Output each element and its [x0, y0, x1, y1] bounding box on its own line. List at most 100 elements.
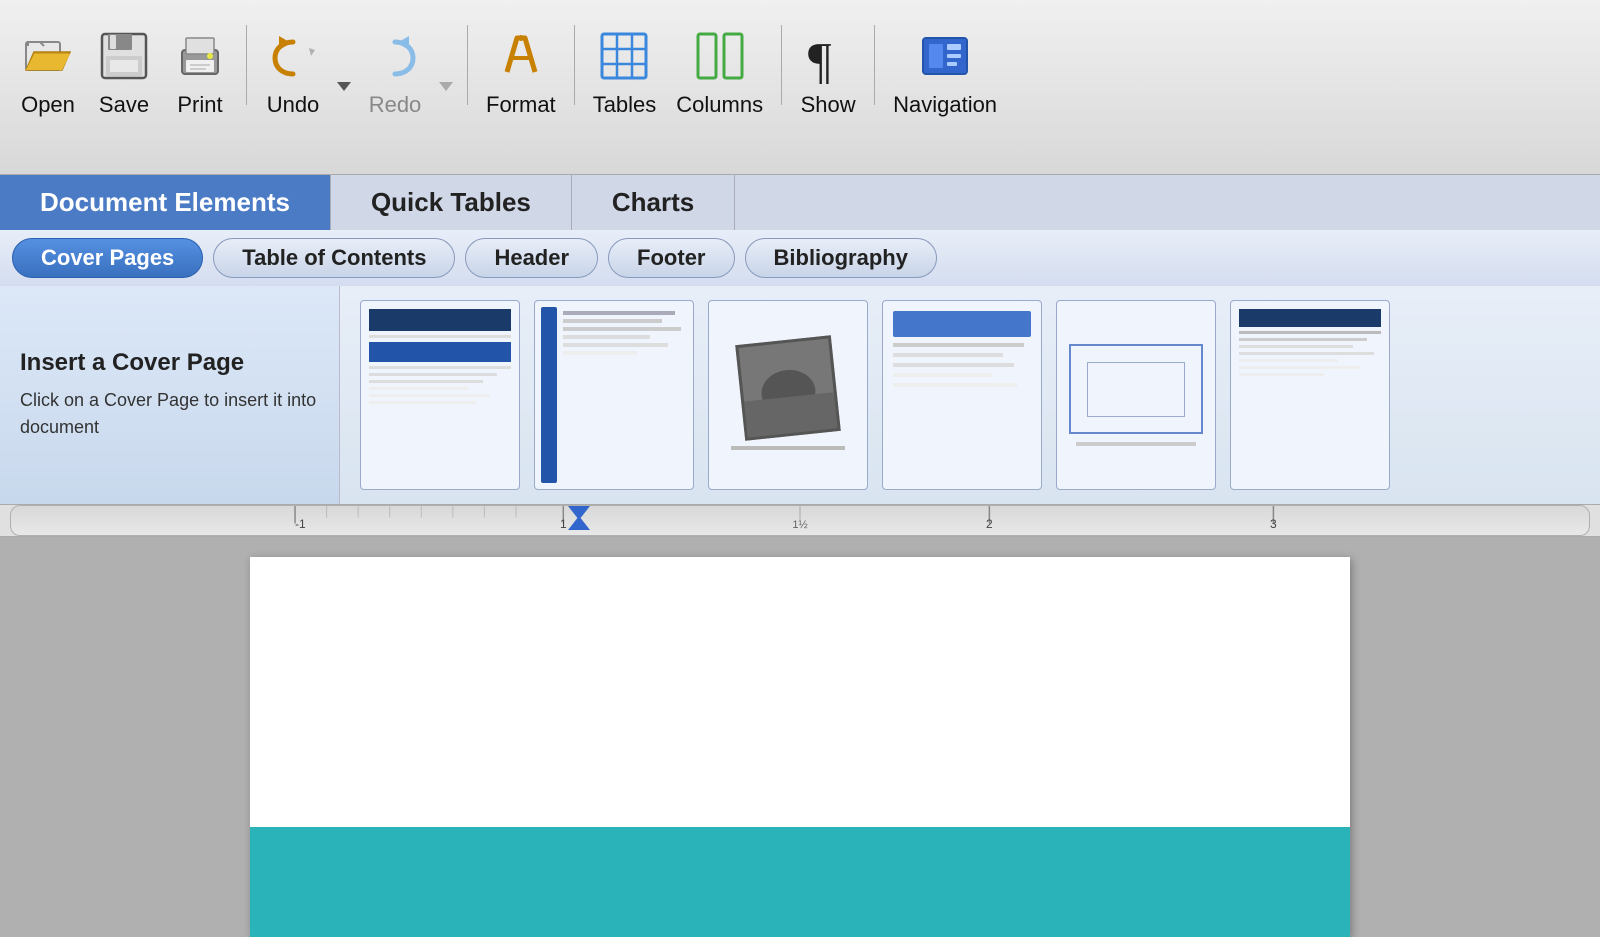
undo-button[interactable]: Undo — [255, 22, 331, 120]
thumb2-text — [563, 307, 687, 483]
svg-text:3: 3 — [1270, 517, 1277, 531]
thumb1-line7 — [369, 401, 476, 404]
templates-row — [340, 286, 1600, 504]
thumb1-content — [361, 301, 519, 489]
open-button[interactable]: Open — [10, 22, 86, 120]
redo-button[interactable]: Redo — [357, 22, 433, 120]
thumb4-l4 — [893, 373, 992, 377]
sep1 — [246, 25, 247, 105]
ruler-track[interactable]: -1 1 1½ 2 3 — [10, 505, 1590, 536]
tables-icon — [596, 24, 652, 88]
redo-icon — [367, 24, 423, 88]
sep3 — [574, 25, 575, 105]
thumb2-l4 — [563, 335, 650, 339]
subtab-cover-pages[interactable]: Cover Pages — [12, 238, 203, 278]
thumb6-l6 — [1239, 366, 1360, 369]
tables-label: Tables — [593, 92, 657, 118]
thumb6-l4 — [1239, 352, 1374, 355]
sep4 — [781, 25, 782, 105]
redo-dropdown[interactable] — [433, 52, 459, 120]
toolbar-icon-row: Open Save — [0, 4, 1600, 124]
thumb3-photo — [735, 335, 841, 441]
thumb6-l5 — [1239, 359, 1338, 362]
thumb2-l6 — [563, 351, 637, 355]
undo-icon — [265, 24, 321, 88]
show-button[interactable]: ¶ Show — [790, 22, 866, 120]
tab-document-elements[interactable]: Document Elements — [0, 175, 331, 230]
tab-handle[interactable] — [568, 506, 590, 530]
undo-label: Undo — [267, 92, 320, 118]
thumb2-l1 — [563, 311, 675, 315]
tables-button[interactable]: Tables — [583, 22, 667, 120]
navigation-label: Navigation — [893, 92, 997, 118]
columns-label: Columns — [676, 92, 763, 118]
template-2[interactable] — [534, 300, 694, 490]
thumb1-line2 — [369, 366, 511, 369]
ruler-container: -1 1 1½ 2 3 — [0, 505, 1600, 537]
template-1[interactable] — [360, 300, 520, 490]
redo-dropdown-arrow — [437, 54, 455, 118]
thumb6-content — [1231, 301, 1389, 489]
thumb4-l5 — [893, 383, 1017, 387]
navigation-icon — [917, 24, 973, 88]
thumb3-content — [709, 301, 867, 489]
thumb3-body — [744, 392, 837, 437]
sep5 — [874, 25, 875, 105]
thumb1-top-bar — [369, 309, 511, 331]
open-label: Open — [21, 92, 75, 118]
thumb1-line4 — [369, 380, 483, 383]
tab-quick-tables[interactable]: Quick Tables — [331, 175, 572, 230]
format-button[interactable]: Format — [476, 22, 566, 120]
thumb6-l1 — [1239, 331, 1381, 334]
redo-label: Redo — [369, 92, 422, 118]
print-label: Print — [177, 92, 222, 118]
subtab-table-of-contents[interactable]: Table of Contents — [213, 238, 455, 278]
thumb4-content — [883, 301, 1041, 489]
template-6[interactable] — [1230, 300, 1390, 490]
undo-dropdown[interactable] — [331, 52, 357, 120]
thumb2-l5 — [563, 343, 668, 347]
template-4[interactable] — [882, 300, 1042, 490]
tab-charts[interactable]: Charts — [572, 175, 735, 230]
save-label: Save — [99, 92, 149, 118]
thumb1-line6 — [369, 394, 490, 397]
template-5[interactable] — [1056, 300, 1216, 490]
ruler-ticks: -1 1 1½ 2 3 — [11, 506, 1589, 535]
print-icon — [172, 24, 228, 88]
thumb5-content — [1057, 301, 1215, 489]
thumb1-mid-bar — [369, 342, 511, 362]
thumb6-l3 — [1239, 345, 1353, 348]
thumb2-sidebar — [541, 307, 557, 483]
content-panel: Insert a Cover Page Click on a Cover Pag… — [0, 286, 1600, 505]
show-icon: ¶ — [800, 24, 856, 88]
save-button[interactable]: Save — [86, 22, 162, 120]
thumb6-header — [1239, 309, 1381, 327]
print-button[interactable]: Print — [162, 22, 238, 120]
thumb6-l7 — [1239, 373, 1324, 376]
description-title: Insert a Cover Page — [20, 349, 319, 377]
subtab-footer[interactable]: Footer — [608, 238, 734, 278]
thumb2-l2 — [563, 319, 662, 323]
sep2 — [467, 25, 468, 105]
ribbon-tabs: Document Elements Quick Tables Charts — [0, 175, 1600, 230]
svg-text:-1: -1 — [295, 517, 306, 531]
thumb5-line — [1076, 442, 1197, 446]
template-3[interactable] — [708, 300, 868, 490]
toolbar: Open Save — [0, 0, 1600, 175]
left-description: Insert a Cover Page Click on a Cover Pag… — [0, 286, 340, 504]
undo-dropdown-arrow — [335, 54, 353, 118]
subtab-header[interactable]: Header — [465, 238, 598, 278]
thumb4-box — [893, 311, 1031, 337]
columns-icon — [692, 24, 748, 88]
svg-text:¶: ¶ — [808, 33, 832, 84]
doc-teal-band — [250, 827, 1350, 937]
thumb5-frame — [1069, 344, 1203, 434]
thumb5-inner — [1087, 362, 1185, 417]
tab-handle-bottom — [568, 516, 590, 530]
subtab-bibliography[interactable]: Bibliography — [745, 238, 937, 278]
navigation-button[interactable]: Navigation — [883, 22, 1007, 120]
svg-text:1½: 1½ — [792, 519, 807, 531]
thumb1-line3 — [369, 373, 497, 376]
thumb1-line5 — [369, 387, 468, 390]
columns-button[interactable]: Columns — [666, 22, 773, 120]
